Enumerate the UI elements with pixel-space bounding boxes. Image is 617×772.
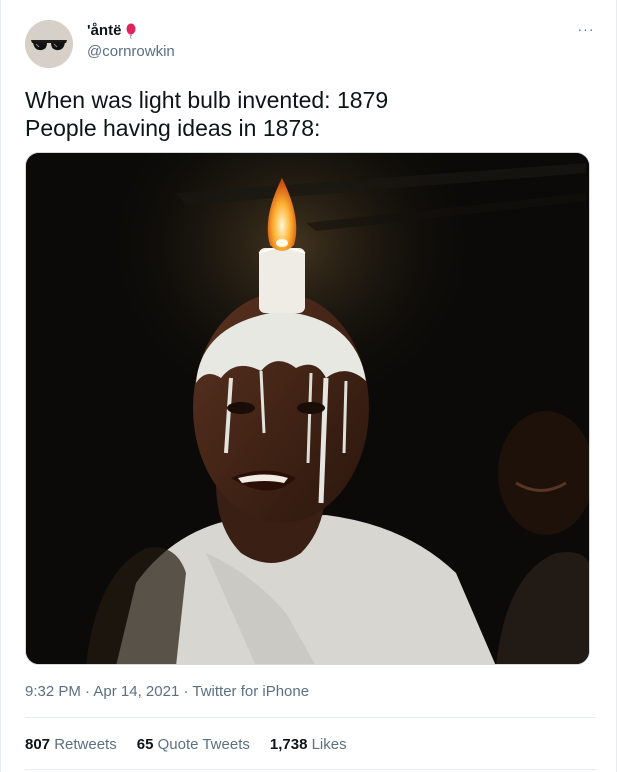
likes-label: Likes	[307, 736, 347, 753]
tweet-time[interactable]: 9:32 PM	[25, 683, 81, 700]
avatar[interactable]	[25, 20, 73, 68]
display-name[interactable]: 'åntë	[87, 22, 121, 40]
tweet-source[interactable]: Twitter for iPhone	[192, 683, 309, 700]
photo-image	[26, 153, 589, 664]
user-names: 'åntë @cornrowkin	[87, 22, 175, 62]
tweet-text: When was light bulb invented: 1879 Peopl…	[25, 86, 596, 142]
quote-tweets-stat[interactable]: 65 Quote Tweets	[137, 736, 250, 753]
tweet-header: 'åntë @cornrowkin ···	[25, 18, 596, 74]
tweet-card: 'åntë @cornrowkin ··· When was light bul…	[0, 0, 617, 772]
sunglasses-icon	[25, 20, 73, 68]
tweet-stats: 807 Retweets 65 Quote Tweets 1,738 Likes	[25, 736, 347, 753]
quote-tweets-count: 65	[136, 736, 154, 753]
tweet-text-line: People having ideas in 1878:	[25, 115, 321, 141]
more-options-icon[interactable]: ···	[576, 22, 596, 42]
tweet-photo[interactable]	[25, 152, 590, 665]
retweets-count: 807	[25, 736, 51, 753]
divider	[25, 769, 596, 770]
quote-tweets-label: Quote Tweets	[153, 736, 250, 753]
meta-separator: ·	[80, 683, 94, 700]
retweets-label: Retweets	[50, 736, 117, 753]
tweet-timestamp: 9:32 PM · Apr 14, 2021 · Twitter for iPh…	[25, 683, 309, 700]
balloon-icon	[126, 23, 136, 39]
user-handle[interactable]: @cornrowkin	[87, 42, 175, 62]
likes-stat[interactable]: 1,738 Likes	[270, 736, 347, 753]
likes-count: 1,738	[269, 736, 308, 753]
tweet-text-line: When was light bulb invented: 1879	[25, 87, 389, 113]
meta-separator: ·	[179, 683, 193, 700]
retweets-stat[interactable]: 807 Retweets	[25, 736, 117, 753]
display-name-row[interactable]: 'åntë	[87, 22, 175, 40]
divider	[25, 717, 596, 718]
tweet-date[interactable]: Apr 14, 2021	[93, 683, 179, 700]
